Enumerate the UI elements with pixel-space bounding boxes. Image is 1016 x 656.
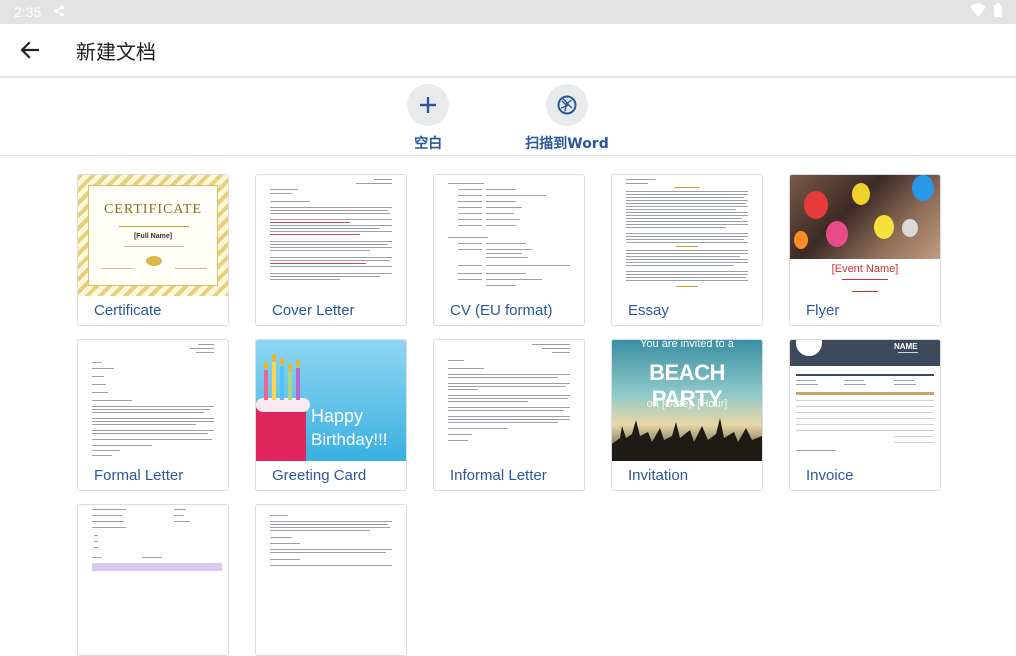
- template-label: Invoice: [806, 467, 854, 484]
- greeting-card-thumbnail: Happy Birthday!!!: [256, 340, 406, 461]
- certificate-thumbnail: CERTIFICATE [Full Name]: [78, 175, 228, 296]
- template-card-invoice[interactable]: NAME Invoice: [789, 339, 941, 491]
- template-card-formal-letter[interactable]: Formal Letter: [77, 339, 229, 491]
- invitation-date-text: on [Date], [Hour]: [646, 398, 728, 410]
- cv-thumbnail: [434, 175, 584, 296]
- template-label: Greeting Card: [272, 467, 367, 484]
- app-bar: 新建文档: [0, 24, 1016, 76]
- plus-icon: [420, 97, 437, 113]
- wifi-icon: [970, 3, 986, 22]
- party-silhouettes-image: [612, 418, 762, 461]
- template-label: Invitation: [628, 467, 689, 484]
- share-icon: [53, 4, 65, 20]
- template-label: Essay: [628, 302, 669, 319]
- camera-shutter-icon: [557, 95, 577, 115]
- battery-icon: [994, 2, 1002, 22]
- certificate-name-field: [Full Name]: [133, 233, 173, 240]
- template-card-greeting-card[interactable]: Happy Birthday!!! Greeting Card: [255, 339, 407, 491]
- template-card-certificate[interactable]: CERTIFICATE [Full Name] Certificate: [77, 174, 229, 326]
- template-card-essay[interactable]: Essay: [611, 174, 763, 326]
- scan-to-word-button[interactable]: 扫描到Word: [525, 84, 609, 155]
- new-document-actions: 空白 扫描到Word: [0, 78, 1016, 155]
- template-label: Certificate: [94, 302, 162, 319]
- template-card-cv-eu-format[interactable]: CV (EU format): [433, 174, 585, 326]
- invitation-thumbnail: You are invited to a BEACH PARTY on [Dat…: [612, 340, 762, 461]
- informal-letter-thumbnail: [434, 340, 584, 461]
- scan-to-word-label: 扫描到Word: [525, 136, 609, 152]
- formal-letter-thumbnail: [78, 340, 228, 461]
- blank-document-button[interactable]: 空白: [407, 84, 450, 155]
- status-time: 2:35: [14, 4, 42, 20]
- blank-document-label: 空白: [414, 136, 443, 152]
- template-card-cover-letter[interactable]: Cover Letter: [255, 174, 407, 326]
- template-label: Informal Letter: [450, 467, 547, 484]
- actions-divider: [0, 155, 1016, 156]
- essay-thumbnail: [612, 175, 762, 296]
- template-label: Cover Letter: [272, 302, 355, 319]
- certificate-title: CERTIFICATE: [103, 202, 203, 217]
- greeting-line-2: Birthday!!!: [311, 430, 388, 449]
- template-card-agenda[interactable]: [77, 504, 229, 656]
- greeting-line-1: Happy: [311, 406, 364, 426]
- page-title: 新建文档: [76, 39, 156, 64]
- invitation-top-text: You are invited to a: [640, 340, 734, 350]
- template-card-flyer[interactable]: [Event Name] Flyer: [789, 174, 941, 326]
- flyer-event-name: [Event Name]: [831, 263, 899, 275]
- template-label: Flyer: [806, 302, 840, 319]
- flyer-thumbnail: [Event Name]: [790, 175, 940, 296]
- back-button[interactable]: [0, 24, 60, 76]
- template-card-informal-letter[interactable]: Informal Letter: [433, 339, 585, 491]
- invoice-thumbnail: NAME: [790, 340, 940, 461]
- arrow-back-icon: [20, 41, 40, 59]
- agenda-thumbnail: [78, 505, 228, 626]
- status-bar: 2:35: [0, 0, 1016, 24]
- template-label: CV (EU format): [450, 302, 553, 319]
- template-card-invitation[interactable]: You are invited to a BEACH PARTY on [Dat…: [611, 339, 763, 491]
- newsletter-thumbnail: [256, 505, 406, 626]
- template-label: Formal Letter: [94, 467, 184, 484]
- cover-letter-thumbnail: [256, 175, 406, 296]
- template-card-newsletter[interactable]: [255, 504, 407, 656]
- invoice-name: NAME: [894, 342, 918, 351]
